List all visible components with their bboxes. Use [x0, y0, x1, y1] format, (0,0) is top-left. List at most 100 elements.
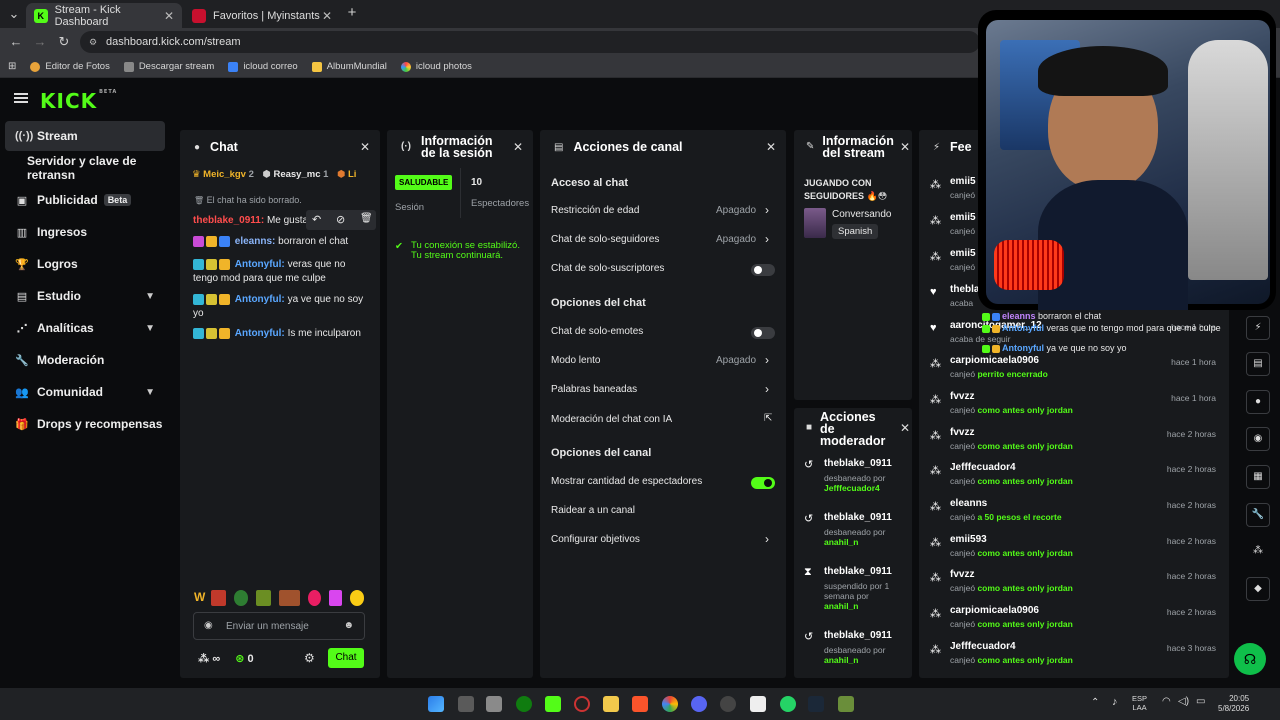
- ban-icon[interactable]: ⊘: [336, 213, 345, 226]
- discord-icon[interactable]: [691, 696, 707, 712]
- chevron-up-icon[interactable]: ⌃: [1091, 697, 1099, 708]
- smiley-icon[interactable]: ☻: [343, 620, 354, 631]
- row-slow-mode[interactable]: Modo lento Apagado ›: [540, 351, 786, 371]
- volume-icon[interactable]: ◁): [1178, 696, 1189, 707]
- windows-start-icon[interactable]: [428, 696, 444, 712]
- back-icon[interactable]: ←: [8, 34, 24, 50]
- feed-row: ⁂ Jefffecuador4 canjeó como antes only jor…: [930, 462, 1216, 486]
- emote-icon[interactable]: [233, 590, 249, 606]
- users-icon[interactable]: ⁂: [1246, 540, 1270, 564]
- chrome-icon[interactable]: [662, 696, 678, 712]
- sidebar-item-drops[interactable]: 🎁 Drops y recompensas: [5, 409, 165, 439]
- bookmark-albummundial[interactable]: AlbumMundial: [311, 61, 387, 72]
- row-ai-moderation[interactable]: Moderación del chat con IA ⇱: [540, 410, 786, 430]
- url-input[interactable]: ⚙ dashboard.kick.com/stream: [80, 31, 980, 53]
- emote-icon[interactable]: [308, 590, 321, 606]
- tab-kick-dashboard[interactable]: K Stream - Kick Dashboard ✕: [26, 3, 182, 28]
- xbox-icon[interactable]: [516, 696, 532, 712]
- tab-search-icon[interactable]: ⌄: [6, 6, 22, 22]
- send-chat-button[interactable]: Chat: [328, 648, 364, 668]
- emote-icon[interactable]: W: [194, 590, 205, 608]
- obs-icon[interactable]: [574, 696, 590, 712]
- redeem-icon: ⁂: [930, 358, 941, 370]
- steam-icon[interactable]: [808, 696, 824, 712]
- clock[interactable]: 20:05 5/8/2026: [1218, 694, 1249, 714]
- sidebar-item-ingresos[interactable]: ▥ Ingresos: [5, 217, 165, 247]
- language-indicator[interactable]: ESP LAA: [1132, 694, 1147, 712]
- emoji-picker-icon[interactable]: ◉: [204, 620, 213, 631]
- bookmark-icloud-photos[interactable]: icloud photos: [400, 61, 472, 72]
- capcut-icon[interactable]: [750, 696, 766, 712]
- close-icon[interactable]: ✕: [513, 141, 523, 153]
- battery-icon[interactable]: ▭: [1196, 696, 1205, 707]
- bookmark-descargar-stream[interactable]: Descargar stream: [123, 61, 214, 72]
- sidebar-item-estudio[interactable]: ▤ Estudio ▼: [5, 281, 165, 311]
- row-raid-channel[interactable]: Raidear a un canal: [540, 501, 786, 521]
- undo-icon: ↺: [804, 631, 814, 643]
- sidebar-item-server-key[interactable]: Servidor y clave de retransn: [5, 153, 165, 183]
- kick-app-icon[interactable]: [545, 696, 561, 712]
- tag-icon[interactable]: ◆: [1246, 577, 1270, 601]
- minecraft-icon[interactable]: [838, 696, 854, 712]
- sidebar-item-logros[interactable]: 🏆 Logros: [5, 249, 165, 279]
- emote-icon[interactable]: [211, 590, 226, 606]
- row-subscribers-only: Chat de solo-suscriptores: [540, 259, 786, 279]
- subscribers-only-toggle[interactable]: [751, 264, 775, 276]
- new-tab-icon[interactable]: +: [344, 5, 360, 21]
- microphone-icon[interactable]: ♪: [1112, 696, 1118, 708]
- tab-myinstants[interactable]: Favoritos | Myinstants ✕: [184, 3, 340, 28]
- sidebar-item-comunidad[interactable]: 👥 Comunidad ▼: [5, 377, 165, 407]
- sidebar-item-stream[interactable]: ((·)) Stream: [5, 121, 165, 151]
- mod-action-row: ⧗ theblake_0911 suspendido por 1 semana p…: [804, 566, 892, 611]
- close-icon[interactable]: ✕: [766, 140, 776, 154]
- show-viewers-toggle[interactable]: [751, 477, 775, 489]
- users-icon[interactable]: ⁂: [198, 653, 209, 665]
- menu-icon[interactable]: [14, 93, 28, 103]
- row-age-restriction[interactable]: Restricción de edad Apagado ›: [540, 201, 786, 221]
- bookmark-editor-fotos[interactable]: Editor de Fotos: [30, 61, 110, 72]
- emote-icon[interactable]: [328, 590, 342, 606]
- sidebar-item-analiticas[interactable]: ⋰ Analíticas ▼: [5, 313, 165, 343]
- section-chat-options: Opciones del chat: [551, 297, 646, 309]
- rank-icon: ⬢: [262, 169, 271, 180]
- chat-message-input[interactable]: ◉ Enviar un mensaje ☻: [193, 612, 365, 640]
- file-explorer-icon[interactable]: [603, 696, 619, 712]
- store-icon[interactable]: [486, 696, 502, 712]
- row-configure-goals[interactable]: Configurar objetivos ›: [540, 530, 786, 550]
- close-icon[interactable]: ✕: [360, 140, 370, 154]
- whatsapp-icon[interactable]: [780, 696, 796, 712]
- broadcast-icon[interactable]: ◉: [1246, 427, 1270, 451]
- site-info-icon[interactable]: ⚙: [89, 31, 97, 53]
- sidebar-item-publicidad[interactable]: ▣ Publicidad Beta: [5, 185, 165, 215]
- bookmark-icloud-correo[interactable]: icloud correo: [228, 61, 298, 72]
- close-icon[interactable]: ✕: [900, 141, 910, 153]
- close-tab-icon[interactable]: ✕: [322, 9, 332, 23]
- emote-icon[interactable]: [256, 590, 271, 606]
- forward-icon[interactable]: →: [32, 34, 48, 50]
- settings-gear-icon[interactable]: ⚙: [304, 651, 315, 665]
- close-tab-icon[interactable]: ✕: [164, 9, 174, 23]
- lightning-icon[interactable]: ⚡: [1246, 316, 1270, 340]
- app-icon[interactable]: [720, 696, 736, 712]
- reload-icon[interactable]: ↻: [56, 34, 72, 50]
- chevron-down-icon: ▼: [145, 290, 155, 302]
- support-headset-icon[interactable]: ☊: [1234, 643, 1266, 675]
- apps-grid-icon[interactable]: ⊞: [8, 61, 16, 72]
- wifi-icon[interactable]: ◠: [1162, 696, 1171, 707]
- brave-icon[interactable]: [632, 696, 648, 712]
- sidebar-item-moderacion[interactable]: 🔧 Moderación: [5, 345, 165, 375]
- emotes-only-toggle[interactable]: [751, 327, 775, 339]
- emote-icon[interactable]: [349, 590, 364, 606]
- undo-icon[interactable]: ↶: [312, 213, 321, 226]
- wrench-icon[interactable]: 🔧: [1246, 503, 1270, 527]
- widgets-icon[interactable]: [458, 696, 474, 712]
- emote-icon[interactable]: [278, 590, 301, 606]
- actions-icon[interactable]: ▦: [1246, 465, 1270, 489]
- close-icon[interactable]: ✕: [900, 422, 910, 434]
- row-banned-words[interactable]: Palabras baneadas ›: [540, 380, 786, 400]
- delete-icon[interactable]: 🗑: [360, 213, 373, 224]
- document-icon[interactable]: ▤: [1246, 352, 1270, 376]
- kick-logo[interactable]: KICK BETA: [40, 89, 117, 113]
- chat-icon[interactable]: ●: [1246, 390, 1270, 414]
- row-followers-only[interactable]: Chat de solo-seguidores Apagado ›: [540, 230, 786, 250]
